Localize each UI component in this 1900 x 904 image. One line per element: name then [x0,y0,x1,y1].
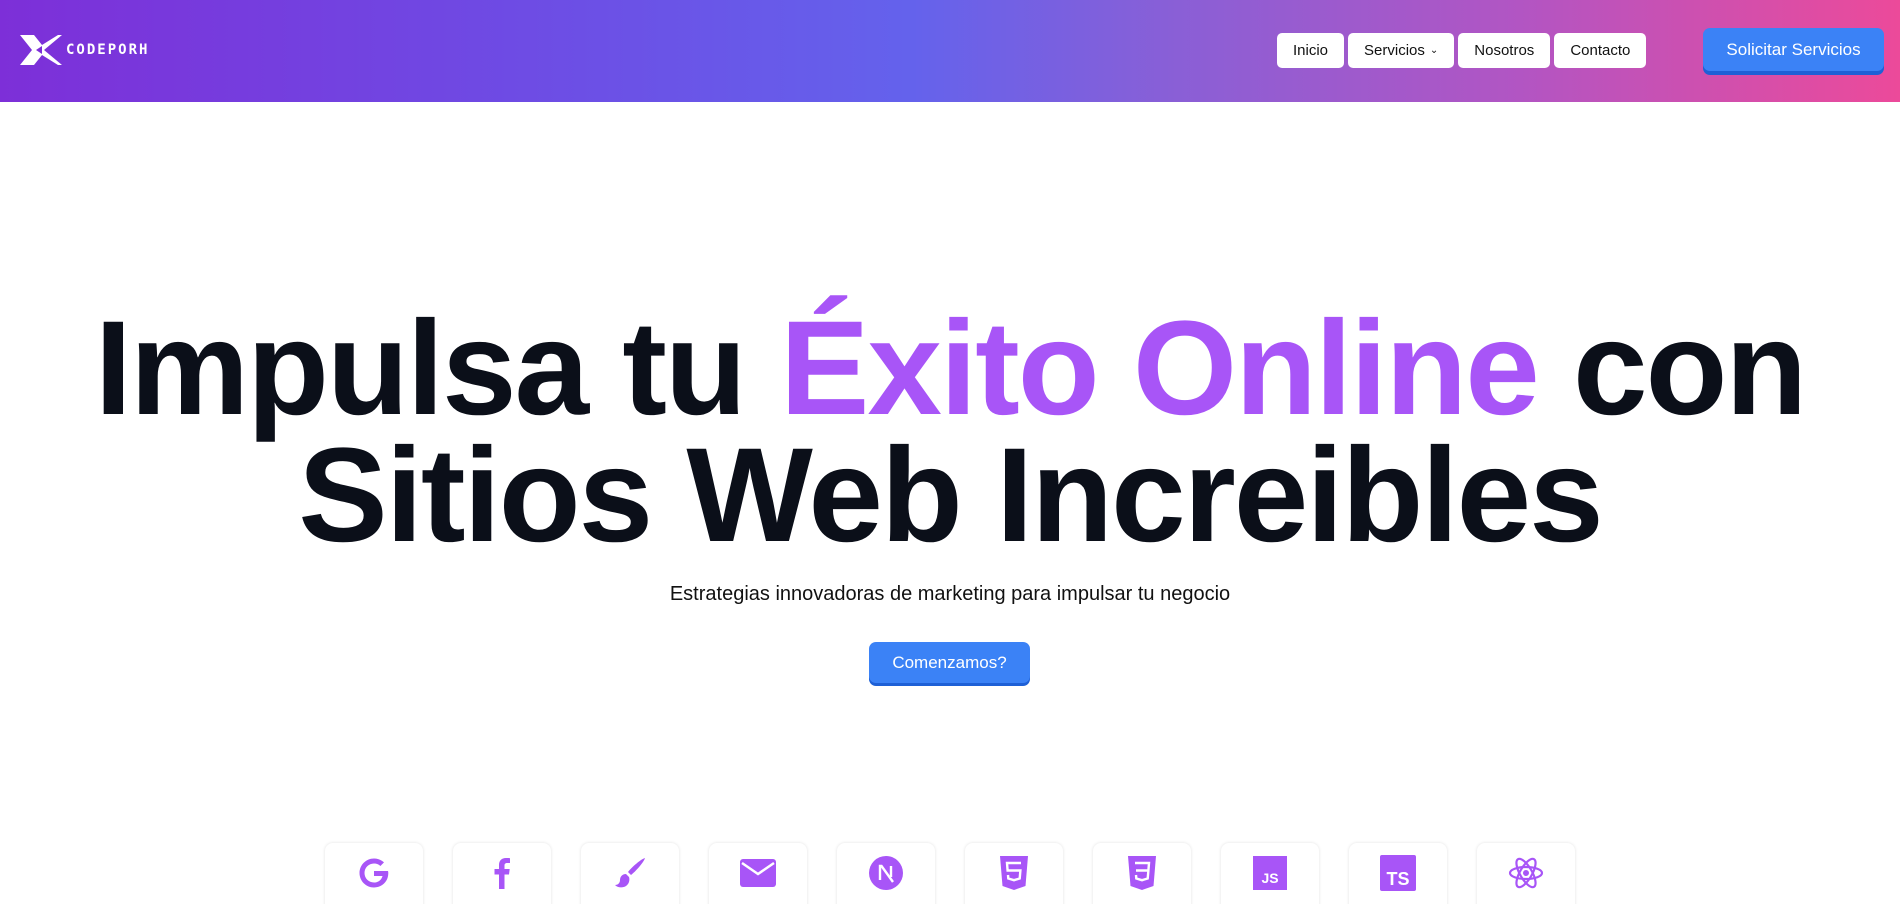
nextjs-icon [866,853,906,893]
nav-item-label: Nosotros [1474,42,1535,59]
css3-icon [1122,853,1162,893]
service-card-typescript[interactable]: TS [1349,843,1447,904]
react-icon [1506,853,1546,893]
service-card-mailing[interactable] [709,843,807,904]
site-logo[interactable]: CODEPORH [18,28,149,72]
nav-item-label: Servicios [1364,42,1425,59]
hero-subtitle: Estrategias innovadoras de marketing par… [669,583,1231,605]
service-card-react[interactable] [1477,843,1575,904]
site-header: CODEPORH Inicio Servicios ⌄ Nosotros Con… [0,0,1900,102]
service-card-facebook[interactable] [453,843,551,904]
logo-x-icon [20,35,62,65]
svg-text:TS: TS [1386,869,1409,889]
typescript-icon: TS [1378,853,1418,893]
hero-title-line2: Sitios Web Increibles [298,421,1603,570]
service-card-nextjs[interactable] [837,843,935,904]
logo-text: CODEPORH [66,42,150,58]
nav-item-label: Inicio [1293,42,1329,59]
service-card-css[interactable] [1093,843,1191,904]
request-services-button[interactable]: Solicitar Servicios [1703,28,1884,71]
service-card-design[interactable] [581,843,679,904]
javascript-icon: JS [1250,853,1290,893]
get-started-button[interactable]: Comenzamos? [869,642,1030,683]
paintbrush-icon [610,853,650,893]
service-card-html[interactable] [965,843,1063,904]
chevron-down-icon: ⌄ [1429,45,1439,56]
nav-item-contacto[interactable]: Contacto [1554,33,1647,68]
nav-item-nosotros[interactable]: Nosotros [1458,33,1551,68]
svg-text:JS: JS [1261,870,1278,886]
services-strip: JS TS [325,843,1575,904]
html5-icon [994,853,1034,893]
service-card-google[interactable] [325,843,423,904]
main-nav: Inicio Servicios ⌄ Nosotros Contacto [1277,33,1647,68]
mail-icon [738,853,778,893]
facebook-icon [482,853,522,893]
nav-item-inicio[interactable]: Inicio [1277,33,1345,68]
nav-item-label: Contacto [1570,42,1631,59]
service-card-javascript[interactable]: JS [1221,843,1319,904]
nav-item-servicios[interactable]: Servicios ⌄ [1348,33,1455,68]
hero-title: Impulsa tu Éxito Online con Sitios Web I… [0,302,1900,563]
google-icon [354,853,394,893]
